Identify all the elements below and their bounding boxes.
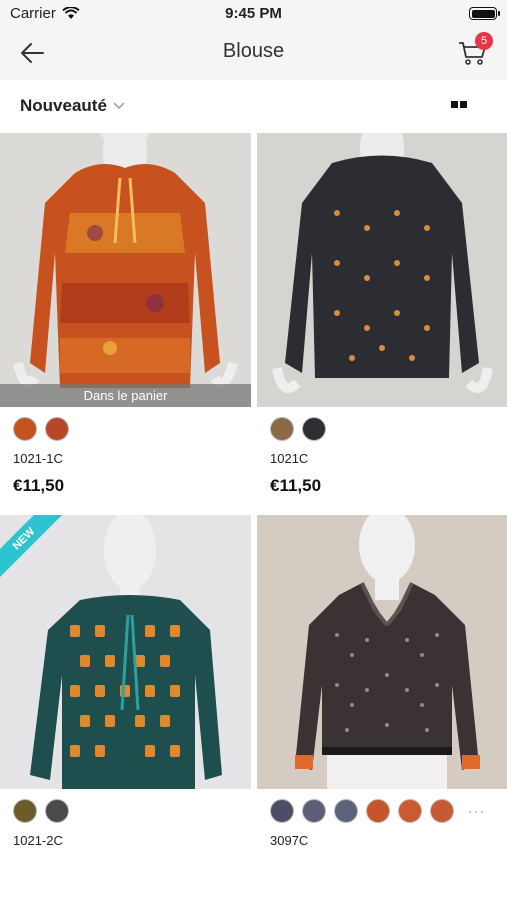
product-price: €11,50	[270, 476, 322, 495]
product-sku: 3097C	[270, 833, 309, 848]
color-swatch[interactable]	[302, 417, 326, 441]
product-price: €11,50	[13, 476, 65, 495]
color-swatch[interactable]	[270, 799, 294, 823]
battery-icon	[469, 7, 500, 20]
product-photo[interactable]: Dans le panier	[0, 133, 251, 407]
product-photo[interactable]	[257, 515, 507, 789]
grid-view-toggle-icon[interactable]	[451, 101, 467, 108]
color-swatch[interactable]	[45, 799, 69, 823]
color-swatch[interactable]	[398, 799, 422, 823]
sort-label: Nouveauté	[20, 96, 107, 115]
cart-count-badge: 5	[475, 32, 493, 50]
color-swatch[interactable]	[13, 799, 37, 823]
color-swatches	[13, 799, 251, 823]
product-card[interactable]: Dans le panier 1021-1C €11,50	[0, 133, 251, 496]
color-swatches	[270, 417, 507, 441]
chevron-down-icon	[113, 102, 125, 110]
sort-dropdown[interactable]: Nouveauté	[20, 96, 125, 116]
color-swatch[interactable]	[302, 799, 326, 823]
sort-bar: Nouveauté	[0, 80, 507, 133]
color-swatches	[13, 417, 251, 441]
navigation-bar: Blouse 5	[0, 28, 507, 80]
product-photo[interactable]: NEW	[0, 515, 251, 789]
product-sku: 1021C	[270, 451, 309, 466]
product-card[interactable]: 1021C €11,50	[257, 133, 507, 496]
color-swatch[interactable]	[45, 417, 69, 441]
more-colors-indicator[interactable]: ···	[468, 803, 485, 819]
color-swatch[interactable]	[334, 799, 358, 823]
product-card[interactable]: NEW 1021-2C	[0, 515, 251, 858]
color-swatch[interactable]	[430, 799, 454, 823]
product-photo[interactable]	[257, 133, 507, 407]
color-swatch[interactable]	[13, 417, 37, 441]
color-swatches: ···	[270, 799, 507, 823]
color-swatch[interactable]	[270, 417, 294, 441]
in-cart-label: Dans le panier	[0, 384, 251, 407]
color-swatch[interactable]	[366, 799, 390, 823]
page-title: Blouse	[222, 40, 285, 62]
clock: 9:45 PM	[225, 5, 282, 22]
product-card[interactable]: ··· 3097C	[257, 515, 507, 858]
product-sku: 1021-2C	[13, 833, 63, 848]
product-sku: 1021-1C	[13, 451, 63, 466]
status-bar: Carrier 9:45 PM	[0, 0, 507, 28]
